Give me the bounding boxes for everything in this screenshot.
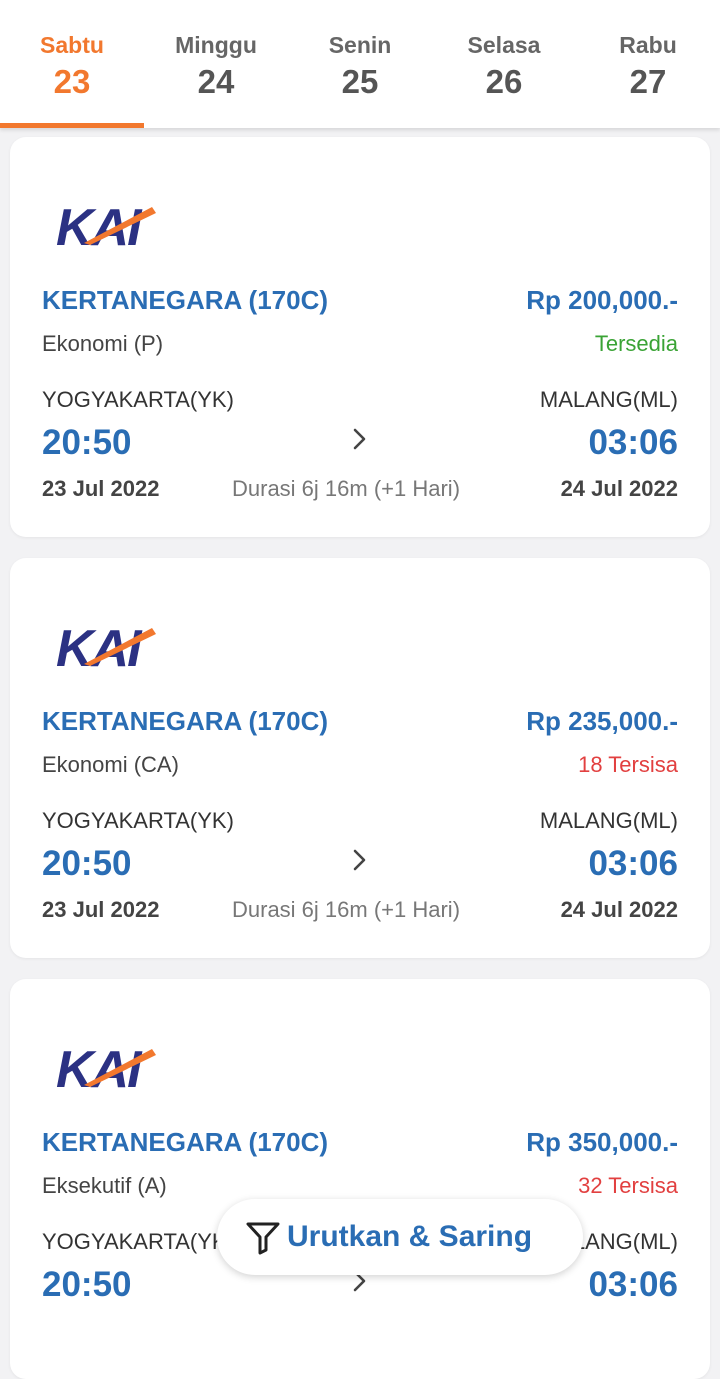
departure-time: 20:50 (42, 844, 132, 883)
train-name: KERTANEGARA (170C) (42, 285, 329, 315)
seat-class: Ekonomi (P) (42, 331, 164, 356)
trip-duration: Durasi 6j 16m (+1 Hari) (232, 476, 461, 501)
availability-status: Tersedia (594, 331, 678, 356)
date-tab-day: Rabu (619, 32, 677, 58)
date-tab-number: 27 (629, 63, 667, 100)
train-name: KERTANEGARA (170C) (42, 1127, 329, 1157)
departure-time: 20:50 (42, 1265, 132, 1304)
arrival-date: 24 Jul 2022 (560, 897, 678, 922)
train-card[interactable]: KAI KERTANEGARA (170C) Rp 350,000.- Ekse… (10, 979, 710, 1379)
date-tab-day: Selasa (467, 32, 541, 58)
date-tab-number: 26 (485, 63, 523, 100)
seat-class: Eksekutif (A) (42, 1173, 167, 1198)
date-tab-0[interactable]: Sabtu 23 (0, 0, 144, 128)
train-card[interactable]: KAI KERTANEGARA (170C) Rp 200,000.- Ekon… (10, 137, 710, 537)
ticket-price: Rp 235,000.- (526, 706, 678, 736)
train-name: KERTANEGARA (170C) (42, 706, 329, 736)
sort-filter-button[interactable]: Urutkan & Saring (217, 1199, 583, 1275)
departure-date: 23 Jul 2022 (42, 897, 160, 922)
train-card[interactable]: KAI KERTANEGARA (170C) Rp 235,000.- Ekon… (10, 558, 710, 958)
seat-class: Ekonomi (CA) (42, 752, 179, 777)
filter-icon (246, 1222, 280, 1255)
arrival-time: 03:06 (588, 844, 678, 883)
kai-logo: KAI (56, 201, 156, 249)
availability-status: 32 Tersisa (578, 1173, 678, 1198)
date-selector: Sabtu 23 Minggu 24 Senin 25 Selasa 26 Ra… (0, 0, 720, 128)
chevron-right-icon (353, 428, 366, 450)
destination-station: MALANG(ML) (539, 387, 678, 412)
date-tab-day: Senin (328, 32, 392, 58)
kai-logo: KAI (56, 622, 156, 670)
arrival-date: 24 Jul 2022 (560, 476, 678, 501)
date-tab-2[interactable]: Senin 25 (288, 0, 432, 128)
date-tab-day: Minggu (175, 32, 257, 58)
date-tab-3[interactable]: Selasa 26 (432, 0, 576, 128)
date-tab-4[interactable]: Rabu 27 (576, 0, 720, 128)
sort-filter-label: Urutkan & Saring (287, 1220, 533, 1253)
availability-status: 18 Tersisa (578, 752, 678, 777)
trip-duration: Durasi 6j 16m (+1 Hari) (232, 897, 461, 922)
arrival-time: 03:06 (588, 1265, 678, 1304)
kai-logo: KAI (56, 1043, 156, 1091)
date-tab-1[interactable]: Minggu 24 (144, 0, 288, 128)
chevron-right-icon (353, 849, 366, 871)
departure-date: 23 Jul 2022 (42, 476, 160, 501)
ticket-price: Rp 350,000.- (526, 1127, 678, 1157)
destination-station: MALANG(ML) (539, 808, 678, 833)
date-tab-number: 23 (53, 63, 91, 100)
date-tab-number: 24 (197, 63, 235, 100)
arrival-time: 03:06 (588, 423, 678, 462)
departure-time: 20:50 (42, 423, 132, 462)
origin-station: YOGYAKARTA(YK) (42, 1229, 234, 1254)
date-tab-number: 25 (341, 63, 379, 100)
origin-station: YOGYAKARTA(YK) (42, 808, 234, 833)
date-tab-day: Sabtu (40, 32, 104, 58)
origin-station: YOGYAKARTA(YK) (42, 387, 234, 412)
ticket-price: Rp 200,000.- (526, 285, 678, 315)
